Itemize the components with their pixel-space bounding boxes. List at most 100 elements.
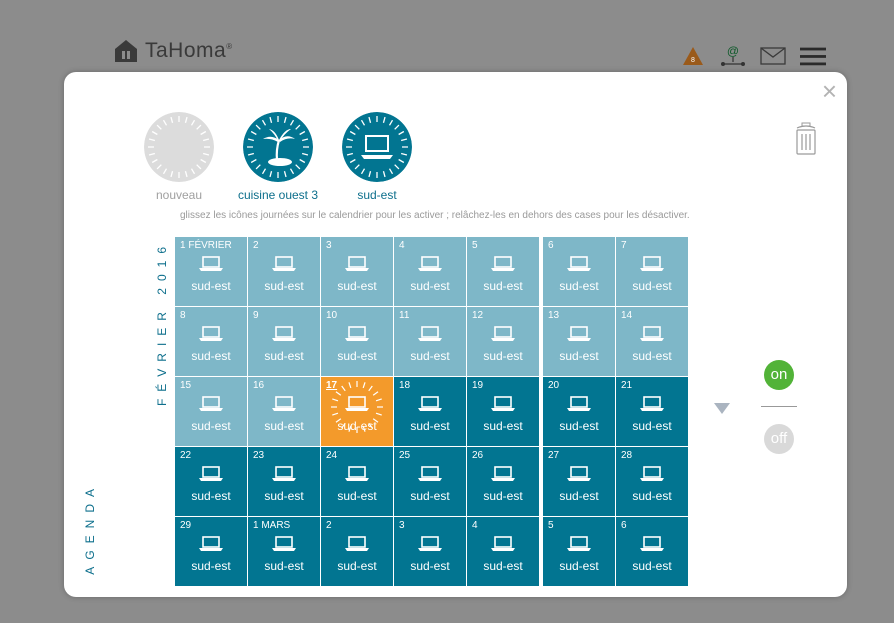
day-program-name: sud-est: [264, 349, 304, 363]
day-program-name: sud-est: [483, 489, 523, 503]
laptop-icon: [640, 256, 664, 271]
calendar-day-cell[interactable]: 12 sud-est: [467, 307, 539, 376]
calendar-day-cell[interactable]: 3 sud-est: [321, 237, 393, 306]
day-number: 26: [472, 450, 484, 461]
day-number: 17: [326, 380, 338, 391]
day-icon-sud-est[interactable]: sud-est: [342, 112, 412, 202]
day-number: 9: [253, 310, 259, 321]
toggle-on-button[interactable]: on: [764, 360, 794, 390]
day-program-name: sud-est: [559, 559, 599, 573]
calendar-day-cell[interactable]: 7 sud-est: [616, 237, 688, 306]
laptop-icon: [567, 396, 591, 411]
day-number: 3: [326, 240, 332, 251]
calendar-day-cell[interactable]: 21 sud-est: [616, 377, 688, 446]
calendar-day-cell[interactable]: 16 sud-est: [248, 377, 320, 446]
laptop-icon: [567, 256, 591, 271]
day-number: 28: [621, 450, 633, 461]
laptop-icon: [272, 396, 296, 411]
day-number: 22: [180, 450, 192, 461]
toggle-off-button[interactable]: off: [764, 424, 794, 454]
instructions-text: glissez les icônes journées sur le calen…: [180, 210, 690, 221]
calendar-day-cell[interactable]: 9 sud-est: [248, 307, 320, 376]
day-number: 29: [180, 520, 192, 531]
day-program-name: sud-est: [632, 489, 672, 503]
calendar-day-cell[interactable]: 4 sud-est: [394, 237, 466, 306]
calendar-day-cell[interactable]: 4 sud-est: [467, 517, 539, 586]
day-program-name: sud-est: [264, 559, 304, 573]
day-number: 15: [180, 380, 192, 391]
calendar-day-cell[interactable]: 13 sud-est: [543, 307, 615, 376]
laptop-icon: [418, 536, 442, 551]
calendar-day-cell[interactable]: 18 sud-est: [394, 377, 466, 446]
day-program-name: sud-est: [410, 349, 450, 363]
laptop-icon: [199, 326, 223, 341]
mail-icon[interactable]: [760, 44, 786, 68]
calendar-day-cell[interactable]: 6 sud-est: [543, 237, 615, 306]
day-program-name: sud-est: [191, 279, 231, 293]
scroll-down-arrow-icon[interactable]: [714, 403, 730, 414]
laptop-icon: [345, 326, 369, 341]
day-program-name: sud-est: [483, 349, 523, 363]
calendar-day-cell[interactable]: 2 sud-est: [321, 517, 393, 586]
calendar-day-cell[interactable]: 22 sud-est: [175, 447, 247, 516]
day-number: 12: [472, 310, 484, 321]
day-program-name: sud-est: [632, 419, 672, 433]
laptop-icon: [640, 396, 664, 411]
day-program-name: sud-est: [410, 559, 450, 573]
calendar-day-cell[interactable]: 5 sud-est: [467, 237, 539, 306]
calendar-day-cell[interactable]: 25 sud-est: [394, 447, 466, 516]
calendar-day-cell[interactable]: 26 sud-est: [467, 447, 539, 516]
laptop-icon: [272, 466, 296, 481]
calendar-day-cell[interactable]: 24 sud-est: [321, 447, 393, 516]
day-icon-label: nouveau: [155, 188, 203, 202]
day-program-name: sud-est: [191, 349, 231, 363]
trash-icon[interactable]: [795, 122, 817, 156]
calendar-day-cell[interactable]: 20 sud-est: [543, 377, 615, 446]
laptop-icon: [272, 326, 296, 341]
menu-icon[interactable]: [800, 44, 826, 68]
day-program-name: sud-est: [483, 279, 523, 293]
calendar-day-cell[interactable]: 28 sud-est: [616, 447, 688, 516]
svg-text:@: @: [727, 45, 739, 58]
calendar-day-cell[interactable]: 19 sud-est: [467, 377, 539, 446]
laptop-icon: [199, 536, 223, 551]
laptop-icon: [418, 466, 442, 481]
laptop-icon: [567, 536, 591, 551]
day-program-name: sud-est: [632, 279, 672, 293]
logo-text: TaHoma®: [145, 39, 233, 62]
laptop-icon: [640, 536, 664, 551]
day-number: 19: [472, 380, 484, 391]
calendar-day-cell[interactable]: 29 sud-est: [175, 517, 247, 586]
laptop-icon: [491, 326, 515, 341]
day-icon-cuisine-ouest-3[interactable]: cuisine ouest 3: [223, 112, 333, 202]
home-logo-icon: [115, 40, 137, 62]
calendar-day-cell[interactable]: 5 sud-est: [543, 517, 615, 586]
calendar-day-cell[interactable]: 10 sud-est: [321, 307, 393, 376]
day-number: 5: [472, 240, 478, 251]
laptop-icon: [567, 466, 591, 481]
calendar-day-cell[interactable]: 3 sud-est: [394, 517, 466, 586]
calendar-day-cell[interactable]: 11 sud-est: [394, 307, 466, 376]
calendar-day-cell[interactable]: 23 sud-est: [248, 447, 320, 516]
calendar-day-cell[interactable]: 27 sud-est: [543, 447, 615, 516]
warning-icon[interactable]: 8: [680, 44, 706, 68]
calendar-day-cell[interactable]: 15 sud-est: [175, 377, 247, 446]
calendar-day-cell[interactable]: 1 MARS sud-est: [248, 517, 320, 586]
calendar-day-cell[interactable]: 14 sud-est: [616, 307, 688, 376]
close-button[interactable]: ×: [822, 78, 837, 104]
calendar-day-cell[interactable]: 6 sud-est: [616, 517, 688, 586]
day-program-name: sud-est: [337, 279, 377, 293]
day-program-name: sud-est: [559, 419, 599, 433]
day-program-name: sud-est: [483, 419, 523, 433]
laptop-icon: [567, 326, 591, 341]
month-label: FÉVRIER 2016: [155, 240, 169, 407]
day-icon-nouveau[interactable]: nouveau: [144, 112, 214, 202]
calendar-day-cell[interactable]: 1 FÉVRIER sud-est: [175, 237, 247, 306]
day-program-name: sud-est: [264, 419, 304, 433]
network-icon[interactable]: @: [720, 44, 746, 68]
calendar-day-cell[interactable]: 8 sud-est: [175, 307, 247, 376]
tahoma-logo[interactable]: TaHoma®: [113, 38, 233, 64]
calendar-day-cell[interactable]: 2 sud-est: [248, 237, 320, 306]
calendar-day-cell[interactable]: 17 sud-est: [321, 377, 393, 446]
day-program-name: sud-est: [559, 349, 599, 363]
